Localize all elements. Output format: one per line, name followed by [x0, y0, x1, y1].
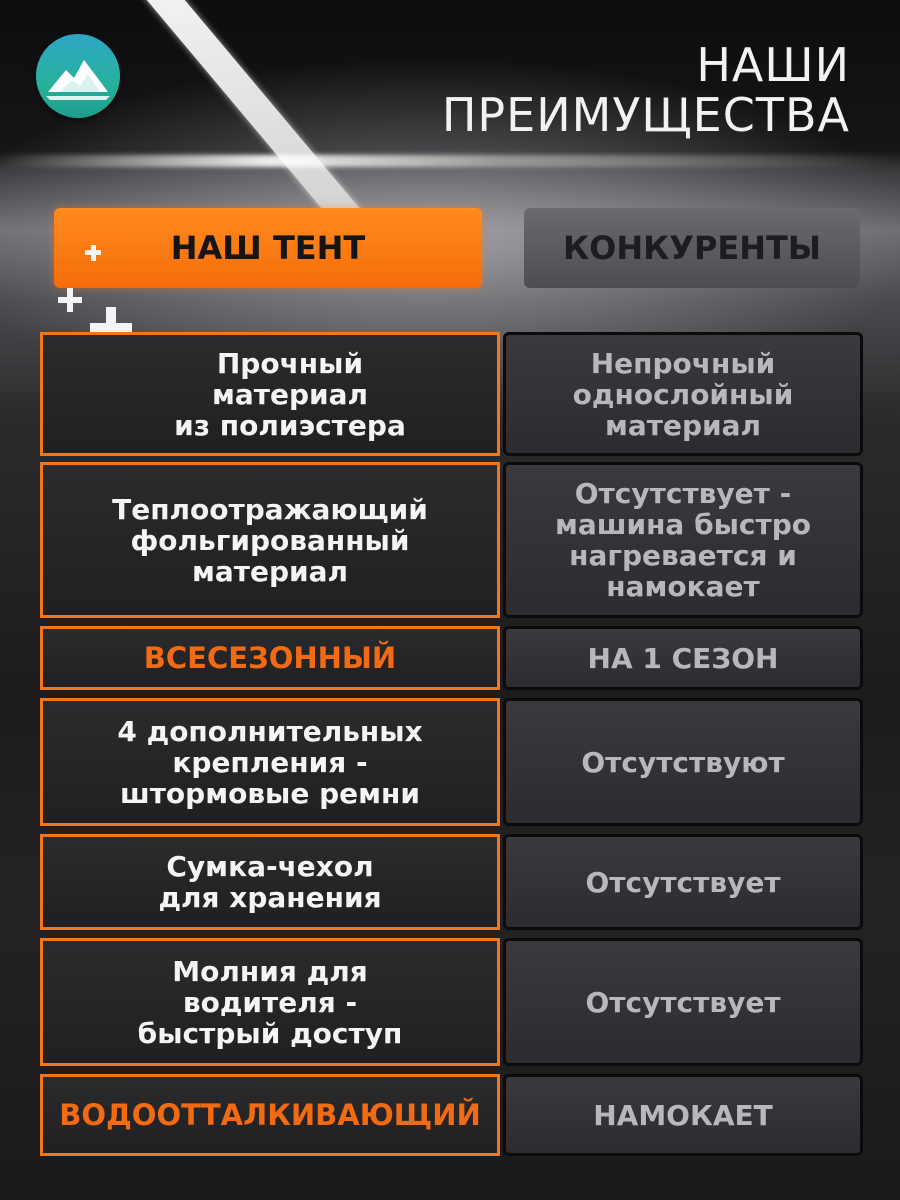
- row-6-ours: Молния для водителя - быстрый доступ: [40, 938, 500, 1066]
- light-streak-horizontal: [0, 155, 900, 167]
- row-2-ours-text: Теплоотражающий фольгированный материал: [112, 492, 428, 588]
- row-7-ours: ВОДООТТАЛКИВАЮЩИЙ: [40, 1074, 500, 1156]
- row-5-ours-text: Сумка-чехол для хранения: [158, 850, 382, 914]
- row-4-ours: 4 дополнительных крепления - штормовые р…: [40, 698, 500, 826]
- row-4-competitors: Отсутствуют: [503, 698, 863, 826]
- title-line-2: ПРЕИМУЩЕСТВА: [441, 88, 850, 142]
- row-3-ours-text: ВСЕСЕЗОННЫЙ: [143, 640, 397, 675]
- row-3-competitors-text: НА 1 СЕЗОН: [587, 641, 779, 675]
- row-1-competitors-text: Непрочный однослойный материал: [572, 346, 794, 442]
- row-3-ours: ВСЕСЕЗОННЫЙ: [40, 626, 500, 690]
- page-title: НАШИ ПРЕИМУЩЕСТВА: [442, 40, 850, 140]
- row-5-competitors: Отсутствует: [503, 834, 863, 930]
- row-4-ours-text: 4 дополнительных крепления - штормовые р…: [117, 714, 423, 810]
- tab-competitors: КОНКУРЕНТЫ: [524, 208, 860, 288]
- row-7-competitors: НАМОКАЕТ: [503, 1074, 863, 1156]
- title-line-1: НАШИ: [696, 38, 850, 92]
- row-1-ours: Прочный материал из полиэстера: [40, 332, 500, 456]
- mountain-logo-icon: [36, 34, 120, 118]
- row-6-competitors-text: Отсутствует: [585, 985, 781, 1019]
- row-3-competitors: НА 1 СЕЗОН: [503, 626, 863, 690]
- row-7-competitors-text: НАМОКАЕТ: [593, 1098, 773, 1132]
- row-7-ours-text: ВОДООТТАЛКИВАЮЩИЙ: [59, 1097, 481, 1132]
- row-1-ours-text: Прочный материал из полиэстера: [174, 346, 406, 442]
- row-5-ours: Сумка-чехол для хранения: [40, 834, 500, 930]
- row-2-competitors: Отсутствует - машина быстро нагревается …: [503, 462, 863, 618]
- row-6-ours-text: Молния для водителя - быстрый доступ: [137, 954, 403, 1050]
- row-1-competitors: Непрочный однослойный материал: [503, 332, 863, 456]
- row-4-competitors-text: Отсутствуют: [581, 745, 785, 779]
- tab-our-tent-label: НАШ ТЕНТ: [170, 229, 366, 267]
- row-2-ours: Теплоотражающий фольгированный материал: [40, 462, 500, 618]
- row-5-competitors-text: Отсутствует: [585, 865, 781, 899]
- row-6-competitors: Отсутствует: [503, 938, 863, 1066]
- tab-our-tent: НАШ ТЕНТ: [54, 208, 482, 288]
- row-2-competitors-text: Отсутствует - машина быстро нагревается …: [554, 477, 812, 603]
- tab-competitors-label: КОНКУРЕНТЫ: [562, 229, 822, 267]
